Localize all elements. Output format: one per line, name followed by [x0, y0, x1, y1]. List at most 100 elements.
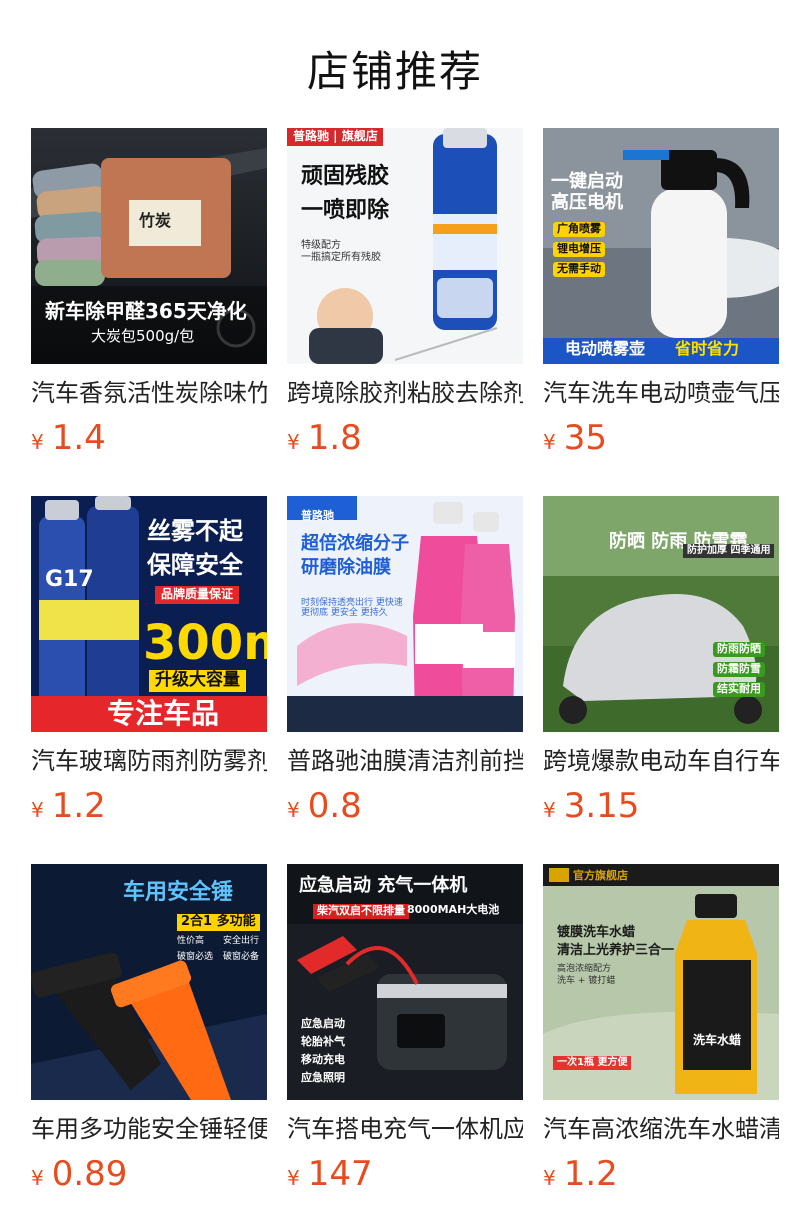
currency-symbol: ¥ [287, 798, 300, 822]
thumb-footer-highlight: 省时省力 [675, 339, 740, 358]
season-badge: 防护加厚 四季通用 [683, 544, 775, 558]
currency-symbol: ¥ [543, 1166, 556, 1190]
product-title[interactable]: 汽车高浓缩洗车水蜡清洁 [543, 1114, 779, 1144]
volume-text: 300ml [143, 615, 267, 671]
product-image[interactable]: 洗车水蜡 官方旗舰店 镀膜洗车水蜡 清洁上光养护三合一 高泡浓缩配方 洗车 + … [543, 864, 779, 1100]
price-value: 1.2 [51, 786, 106, 826]
product-price: ¥ 1.2 [543, 1154, 779, 1194]
product-title[interactable]: 跨境爆款电动车自行车车罩 [543, 746, 779, 776]
brand-tag: 官方旗舰店 [573, 869, 628, 882]
feature-check: 防雨防晒 [713, 642, 765, 657]
product-title[interactable]: 汽车香氛活性炭除味竹炭包 [31, 378, 267, 408]
feature-item: 破窗必选 [177, 952, 214, 962]
product-card[interactable]: 应急启动 充气一体机 柴汽双启不限排量 8000MAH大电池 应急启动 轮胎补气… [287, 864, 523, 1232]
currency-symbol: ¥ [31, 798, 44, 822]
product-card[interactable]: G17 丝雾不起 保障安全 品牌质量保证 300ml 升级大容量 专注车品 汽车… [31, 496, 267, 864]
product-card[interactable]: 一键启动 高压电机 广角喷雾 锂电增压 无需手动 电动喷雾壶 省时省力 汽车洗车电… [543, 128, 779, 496]
bag-logo-text: 竹炭 [138, 211, 171, 230]
brand-tag: 普路驰 [301, 509, 334, 522]
feature-tag: 广角喷雾 [553, 222, 605, 237]
product-price: ¥ 0.8 [287, 786, 523, 826]
thumb-footer: 一次1瓶 更方便 [553, 1056, 632, 1070]
price-value: 3.15 [563, 786, 640, 826]
thumb-footer: 专注车品 [101, 697, 226, 731]
feature-tag: 无需手动 [553, 262, 605, 277]
product-title[interactable]: 车用多功能安全锤轻便 [31, 1114, 267, 1144]
currency-symbol: ¥ [543, 430, 556, 454]
product-title[interactable]: 汽车洗车电动喷壶气压喷雾 [543, 378, 779, 408]
product-card[interactable]: 洗车水蜡 官方旗舰店 镀膜洗车水蜡 清洁上光养护三合一 高泡浓缩配方 洗车 + … [543, 864, 779, 1232]
product-card[interactable]: 竹炭 新车除甲醛365天净化 大炭包500g/包 汽车香氛活性炭除味竹炭包 ¥ … [31, 128, 267, 496]
product-image[interactable]: 普路驰 超倍浓缩分子 研磨除油膜 时刻保持透亮出行 更快速 更彻底 更安全 更持… [287, 496, 523, 732]
thumb-note: 高泡浓缩配方 [557, 964, 612, 974]
thumb-note: 时刻保持透亮出行 更快速 更彻底 更安全 更持久 [301, 598, 403, 619]
thumb-headline: 丝雾不起 [147, 517, 243, 545]
product-price: ¥ 3.15 [543, 786, 779, 826]
product-price: ¥ 1.8 [287, 418, 523, 458]
thumb-headline: 应急启动 充气一体机 [299, 875, 468, 896]
price-value: 147 [307, 1154, 373, 1194]
currency-symbol: ¥ [543, 798, 556, 822]
product-image[interactable]: 一键启动 高压电机 广角喷雾 锂电增压 无需手动 电动喷雾壶 省时省力 [543, 128, 779, 364]
product-card[interactable]: 普路驰 超倍浓缩分子 研磨除油膜 时刻保持透亮出行 更快速 更彻底 更安全 更持… [287, 496, 523, 864]
product-price: ¥ 1.2 [31, 786, 267, 826]
product-image[interactable]: 普路驰 | 旗舰店 顽固残胶 一喷即除 特级配方 一瓶搞定所有残胶 [287, 128, 523, 364]
product-title[interactable]: 汽车搭电充气一体机应急 [287, 1114, 523, 1144]
thumb-headline: 超倍浓缩分子 [301, 533, 409, 554]
product-card[interactable]: 防晒 防雨 防雪霜 防护加厚 四季通用 防雨防晒 防霜防雪 结实耐用 跨境爆款电… [543, 496, 779, 864]
brand-tag: 普路驰 | 旗舰店 [293, 129, 378, 143]
feature-item: 应急照明 [301, 1071, 345, 1084]
thumb-headline: 车用安全锤 [123, 880, 234, 905]
feature-tag: 锂电增压 [553, 242, 605, 257]
product-title[interactable]: 跨境除胶剂粘胶去除剂 [287, 378, 523, 408]
currency-symbol: ¥ [287, 430, 300, 454]
product-image[interactable]: 应急启动 充气一体机 柴汽双启不限排量 8000MAH大电池 应急启动 轮胎补气… [287, 864, 523, 1100]
product-price: ¥ 1.4 [31, 418, 267, 458]
feature-item: 破窗必备 [223, 952, 260, 962]
product-price: ¥ 0.89 [31, 1154, 267, 1194]
bottle-label: 洗车水蜡 [693, 1032, 741, 1047]
thumb-headline: 顽固残胶 [301, 164, 390, 189]
price-value: 0.8 [307, 786, 362, 826]
engine-badge: 柴汽双启不限排量 [313, 904, 409, 919]
product-price: ¥ 35 [543, 418, 779, 458]
price-value: 1.4 [51, 418, 106, 458]
thumb-headline-2: 一喷即除 [301, 198, 390, 223]
thumb-headline-2: 保障安全 [147, 551, 243, 579]
product-grid: 竹炭 新车除甲醛365天净化 大炭包500g/包 汽车香氛活性炭除味竹炭包 ¥ … [31, 128, 779, 1232]
product-card[interactable]: 普路驰 | 旗舰店 顽固残胶 一喷即除 特级配方 一瓶搞定所有残胶 跨境除胶剂粘胶… [287, 128, 523, 496]
thumb-footer: 电动喷雾壶 [565, 339, 646, 358]
currency-symbol: ¥ [287, 1166, 300, 1190]
feature-item: 移动充电 [301, 1053, 345, 1066]
thumb-headline: 新车除甲醛365天净化 [45, 299, 247, 323]
thumb-headline-2: 研磨除油膜 [301, 557, 391, 578]
price-value: 0.89 [51, 1154, 128, 1194]
currency-symbol: ¥ [31, 1166, 44, 1190]
thumb-headline-2: 清洁上光养护三合一 [557, 943, 675, 958]
feature-item: 应急启动 [301, 1017, 345, 1030]
can-label: G17 [45, 567, 94, 592]
product-title[interactable]: 汽车玻璃防雨剂防雾剂 [31, 746, 267, 776]
product-image[interactable]: 防晒 防雨 防雪霜 防护加厚 四季通用 防雨防晒 防霜防雪 结实耐用 [543, 496, 779, 732]
product-title[interactable]: 普路驰油膜清洁剂前挡玻璃 [287, 746, 523, 776]
battery-badge: 8000MAH大电池 [407, 903, 500, 916]
quality-badge: 品牌质量保证 [155, 586, 240, 604]
thumb-headline: 一键启动 高压电机 [551, 171, 623, 213]
price-value: 35 [563, 418, 607, 458]
feature-check: 防霜防雪 [713, 662, 765, 677]
product-price: ¥ 147 [287, 1154, 523, 1194]
thumb-subline: 大炭包500g/包 [91, 327, 195, 345]
page-title: 店铺推荐 [306, 47, 483, 96]
thumb-note-2: 洗车 + 镀打蜡 [557, 976, 616, 986]
feature-check: 结实耐用 [713, 682, 765, 697]
product-image[interactable]: 车用安全锤 2合1 多功能 性价高 安全出行 破窗必选 破窗必备 [31, 864, 267, 1100]
product-image[interactable]: 竹炭 新车除甲醛365天净化 大炭包500g/包 [31, 128, 267, 364]
product-image[interactable]: G17 丝雾不起 保障安全 品牌质量保证 300ml 升级大容量 专注车品 [31, 496, 267, 732]
thumb-note: 特级配方 一瓶搞定所有残胶 [301, 240, 381, 263]
product-card[interactable]: 车用安全锤 2合1 多功能 性价高 安全出行 破窗必选 破窗必备 车用多功能安全… [31, 864, 267, 1232]
price-value: 1.8 [307, 418, 362, 458]
thumb-headline: 镀膜洗车水蜡 [557, 925, 636, 940]
capacity-tag: 升级大容量 [149, 670, 246, 692]
feature-item: 轮胎补气 [301, 1035, 345, 1048]
multi-function-badge: 2合1 多功能 [177, 914, 260, 931]
